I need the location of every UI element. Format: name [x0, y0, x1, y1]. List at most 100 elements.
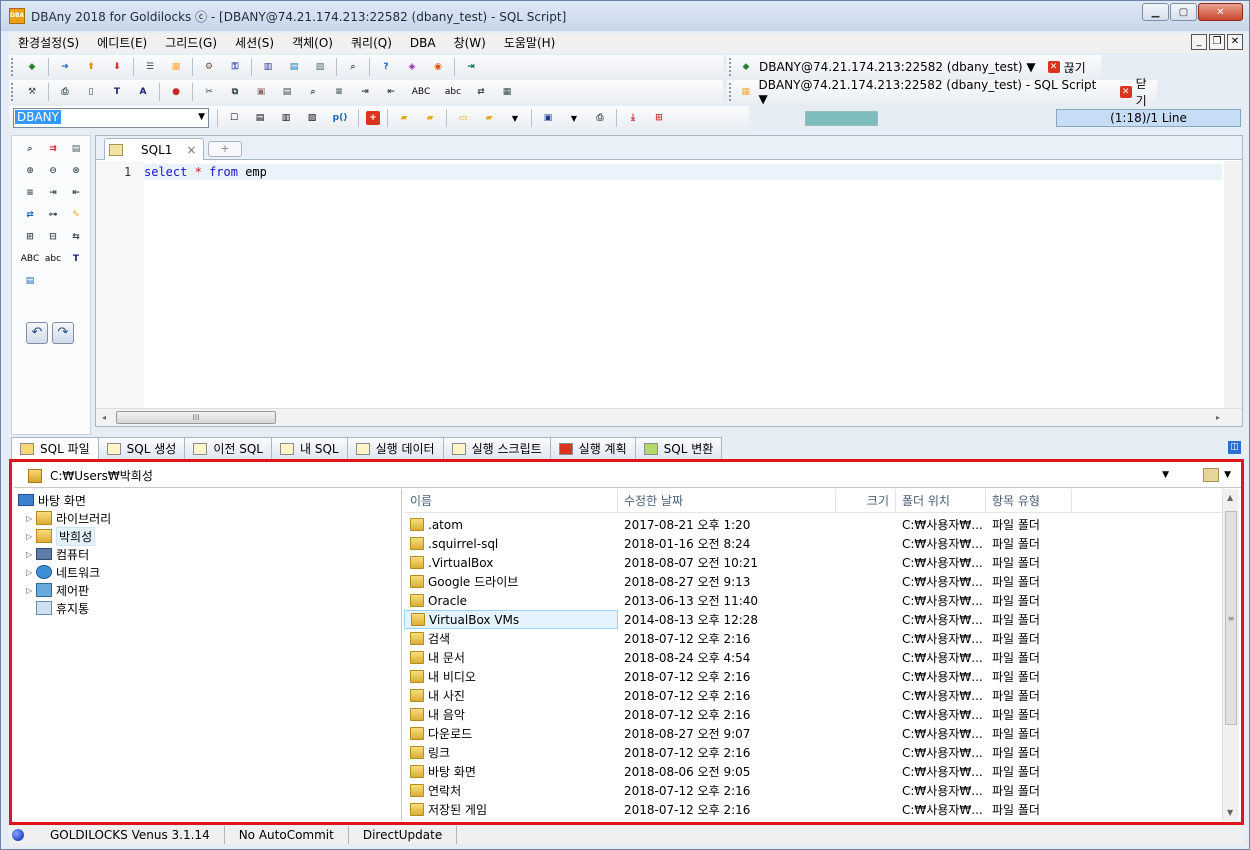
comment-icon[interactable]: ⇆: [66, 228, 86, 246]
tab-previous-sql[interactable]: 이전 SQL: [184, 437, 272, 459]
uppercase-button[interactable]: ABC: [408, 83, 434, 101]
exit-icon[interactable]: ⇥: [462, 58, 480, 76]
note-icon[interactable]: ▭: [454, 109, 472, 127]
minimize-button[interactable]: ▁: [1142, 3, 1169, 21]
expand-icon[interactable]: ⊞: [20, 228, 40, 246]
connection-selector[interactable]: DBANY@74.21.174.213:22582 (dbany_test) ▼: [759, 60, 1036, 74]
tree-item-user-folder[interactable]: ▷ 박희성: [26, 526, 96, 546]
editor-vertical-scrollbar[interactable]: [1224, 161, 1242, 409]
menu-object[interactable]: 객체(O): [283, 33, 342, 53]
copy-icon[interactable]: ⧉: [226, 83, 244, 101]
help-icon[interactable]: ?: [377, 58, 395, 76]
new-folder-icon[interactable]: ▰: [395, 109, 413, 127]
pin-icon[interactable]: ◫: [1228, 441, 1241, 454]
file-name-cell[interactable]: 연락처: [404, 781, 618, 800]
font-icon[interactable]: A: [134, 83, 152, 101]
maximize-button[interactable]: ▢: [1170, 3, 1197, 21]
korean-flag-icon[interactable]: ●: [167, 83, 185, 101]
file-row[interactable]: 다운로드 2018-08-27 오전 9:07 C:₩사용자₩... 파일 폴더: [404, 724, 1226, 743]
close-tab-icon[interactable]: ×: [186, 143, 196, 157]
scroll-right-icon[interactable]: ▸: [1216, 413, 1220, 422]
file-name-cell[interactable]: 내 비디오: [404, 667, 618, 686]
edit-icon[interactable]: ✎: [66, 206, 86, 224]
binoculars-icon[interactable]: ⌕: [344, 58, 362, 76]
chevron-down-icon[interactable]: ▼: [565, 109, 583, 127]
tab-sql-generate[interactable]: SQL 생성: [97, 437, 186, 459]
tab-execution-data[interactable]: 실행 데이터: [346, 437, 444, 459]
file-name-cell[interactable]: 링크: [404, 743, 618, 762]
chart-icon[interactable]: ▥: [259, 58, 277, 76]
file-row[interactable]: 링크 2018-07-12 오후 2:16 C:₩사용자₩... 파일 폴더: [404, 743, 1226, 762]
script-selector[interactable]: DBANY@74.21.174.213:22582 (dbany_test) -…: [758, 78, 1099, 106]
outdent-icon[interactable]: ⇤: [382, 83, 400, 101]
disconnect-button[interactable]: ✕ 끊기: [1047, 59, 1086, 76]
add-icon[interactable]: +: [366, 111, 380, 125]
tree-icon[interactable]: ⊶: [43, 206, 63, 224]
print-icon[interactable]: ⎙: [591, 109, 609, 127]
replace-icon[interactable]: ⇉: [43, 140, 63, 158]
open-file-icon[interactable]: ▤: [251, 109, 269, 127]
tools-icon[interactable]: ⚒: [23, 83, 41, 101]
chevron-down-icon[interactable]: ▼: [1224, 470, 1231, 480]
arrow-right-icon[interactable]: ➔: [56, 58, 74, 76]
column-header-location[interactable]: 폴더 위치: [896, 489, 986, 513]
tab-execution-plan[interactable]: 실행 계획: [549, 437, 636, 459]
table-icon[interactable]: ▤: [20, 272, 40, 290]
editor-horizontal-scrollbar[interactable]: ◂ III ▸: [96, 408, 1242, 426]
scroll-thumb[interactable]: ≡: [1225, 511, 1237, 725]
column-header-type[interactable]: 항목 유형: [986, 489, 1072, 513]
connect-icon[interactable]: ◆: [23, 58, 41, 76]
file-row[interactable]: 내 음악 2018-07-12 오후 2:16 C:₩사용자₩... 파일 폴더: [404, 705, 1226, 724]
cube-icon[interactable]: ◈: [403, 58, 421, 76]
file-row[interactable]: Google 드라이브 2018-08-27 오전 9:13 C:₩사용자₩... 파…: [404, 572, 1226, 591]
execute-icon[interactable]: ▧: [303, 109, 321, 127]
file-row[interactable]: VirtualBox VMs 2014-08-13 오후 12:28 C:₩사용자₩…: [404, 610, 1226, 629]
procedure-button[interactable]: p(): [329, 109, 351, 127]
scroll-left-icon[interactable]: ◂: [102, 413, 106, 422]
file-name-cell[interactable]: 저장된 게임: [404, 800, 618, 819]
zoom-out-icon[interactable]: ⊖: [43, 162, 63, 180]
format-icon[interactable]: ▦: [498, 83, 516, 101]
cut-icon[interactable]: ✂: [200, 83, 218, 101]
uppercase-button[interactable]: ABC: [20, 250, 40, 268]
file-name-cell[interactable]: .VirtualBox: [404, 553, 618, 572]
expand-icon[interactable]: ▷: [26, 586, 36, 595]
path-input[interactable]: C:₩Users₩박희성: [50, 467, 153, 484]
file-list-scrollbar[interactable]: ▲ ≡ ▼: [1222, 489, 1239, 821]
expand-icon[interactable]: ▷: [26, 568, 36, 577]
align-icon[interactable]: ≡: [330, 83, 348, 101]
tree-item-desktop[interactable]: 바탕 화면: [18, 491, 86, 509]
menu-settings[interactable]: 환경설정(S): [9, 33, 88, 53]
chevron-down-icon[interactable]: ▼: [1162, 470, 1169, 480]
status-autocommit[interactable]: No AutoCommit: [225, 826, 349, 844]
tab-sql-file[interactable]: SQL 파일: [11, 437, 99, 459]
mdi-close-button[interactable]: ✕: [1227, 34, 1243, 50]
file-name-cell[interactable]: .squirrel-sql: [404, 534, 618, 553]
file-row[interactable]: 내 문서 2018-08-24 오후 4:54 C:₩사용자₩... 파일 폴더: [404, 648, 1226, 667]
menu-query[interactable]: 쿼리(Q): [342, 33, 401, 53]
indent-icon[interactable]: ⇥: [356, 83, 374, 101]
font-size-icon[interactable]: T: [108, 83, 126, 101]
new-tab-button[interactable]: +: [208, 141, 242, 157]
tree-item-computer[interactable]: ▷ 컴퓨터: [26, 545, 89, 563]
chevron-down-icon[interactable]: ▼: [506, 109, 524, 127]
page-icon[interactable]: ▯: [82, 83, 100, 101]
column-header-name[interactable]: 이름: [404, 489, 618, 513]
file-name-cell[interactable]: Google 드라이브: [404, 572, 618, 591]
column-header-size[interactable]: 크기: [836, 489, 896, 513]
indent-icon[interactable]: ⇥: [43, 184, 63, 202]
redo-button[interactable]: ↷: [52, 322, 74, 344]
tab-my-sql[interactable]: 내 SQL: [270, 437, 348, 459]
find-icon[interactable]: ⌕: [304, 83, 322, 101]
schema-select[interactable]: DBANY ▼: [13, 108, 209, 128]
expand-icon[interactable]: ▷: [26, 514, 36, 523]
status-update-mode[interactable]: DirectUpdate: [349, 826, 458, 844]
new-file-icon[interactable]: ☐: [225, 109, 243, 127]
monitor-icon[interactable]: ▤: [285, 58, 303, 76]
tab-sql1[interactable]: SQL1 ×: [104, 138, 204, 160]
download-icon[interactable]: ⬇: [108, 58, 126, 76]
tree-item-libraries[interactable]: ▷ 라이브러리: [26, 509, 111, 527]
menu-grid[interactable]: 그리드(G): [156, 33, 226, 53]
print-icon[interactable]: ⎙: [56, 83, 74, 101]
dba-icon[interactable]: ◉: [429, 58, 447, 76]
